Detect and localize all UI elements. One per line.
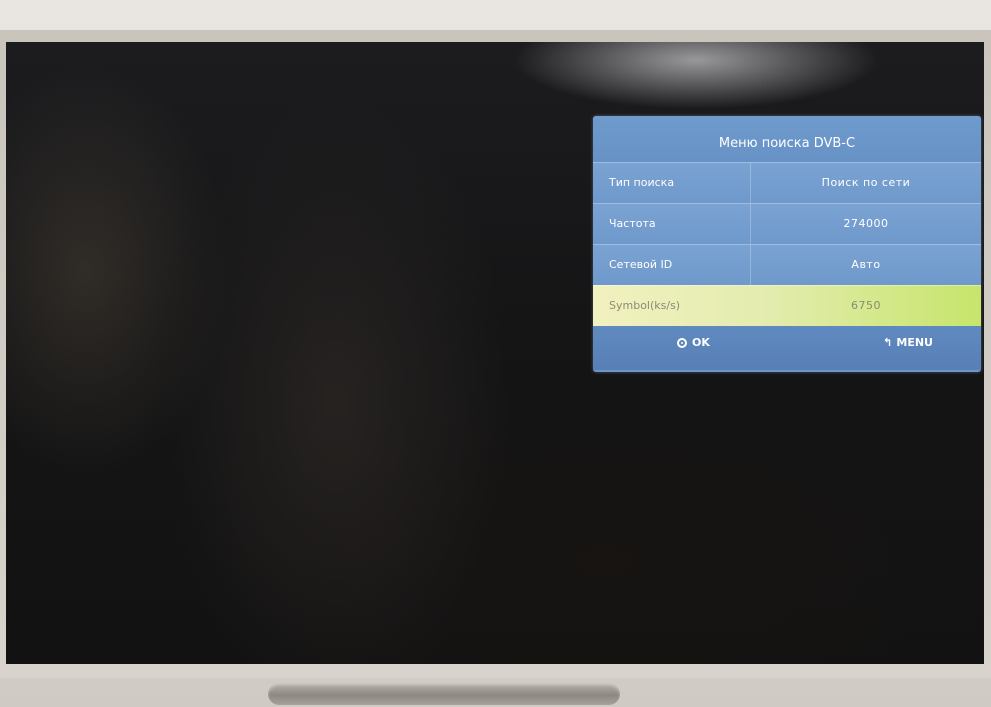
row-value: 274000 <box>843 217 889 230</box>
row-value: Авто <box>851 258 881 271</box>
menu-row-network-id[interactable]: Сетевой ID Авто <box>593 244 981 285</box>
row-label: Тип поиска <box>609 176 675 189</box>
ok-hint[interactable]: OK <box>677 326 710 360</box>
ok-circle-icon <box>677 338 687 348</box>
menu-row-search-type[interactable]: Тип поиска Поиск по сети <box>593 162 981 203</box>
row-value: Поиск по сети <box>821 176 911 189</box>
ok-label: OK <box>692 336 710 349</box>
menu-return-hint[interactable]: ↰ MENU <box>883 326 933 360</box>
menu-footer: OK ↰ MENU <box>593 326 981 370</box>
return-arrow-icon: ↰ <box>883 336 893 349</box>
menu-label: MENU <box>896 336 933 349</box>
row-value: 6750 <box>851 299 881 312</box>
dvb-c-search-menu: Меню поиска DVB-C Тип поиска Поиск по се… <box>593 116 981 372</box>
menu-row-frequency[interactable]: Частота 274000 <box>593 203 981 244</box>
row-label: Частота <box>609 217 656 230</box>
menu-title: Меню поиска DVB-C <box>593 116 981 162</box>
row-label: Symbol(ks/s) <box>609 299 681 312</box>
menu-row-symbol-rate[interactable]: Symbol(ks/s) 6750 <box>593 285 981 326</box>
photo-background: Меню поиска DVB-C Тип поиска Поиск по се… <box>0 0 991 707</box>
row-label: Сетевой ID <box>609 258 673 271</box>
tv-stand <box>268 683 620 705</box>
